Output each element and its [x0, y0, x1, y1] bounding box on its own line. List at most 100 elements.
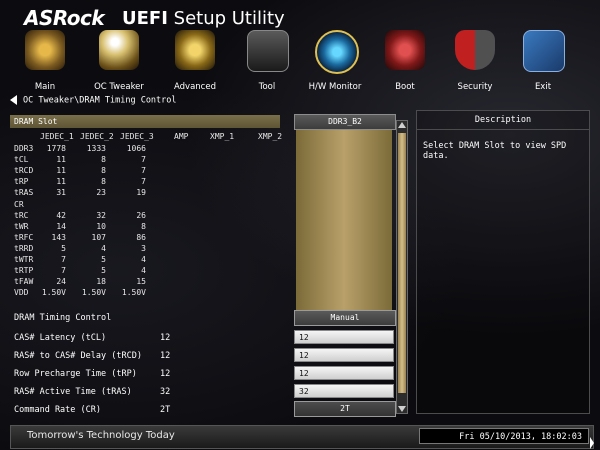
spd-row: tRRD 5 4 3 — [10, 244, 290, 255]
timing-mode-select[interactable]: Manual — [294, 310, 396, 326]
spd-cell: 1.50V — [81, 288, 106, 297]
spd-row-label: tWTR — [14, 255, 34, 264]
spd-row: tRC 42 32 26 — [10, 211, 290, 222]
spd-cell: 8 — [101, 177, 106, 186]
slogan: Tomorrow's Technology Today — [27, 430, 175, 441]
spd-row-label: tRC — [14, 211, 29, 220]
spd-cell: 1.50V — [121, 288, 146, 297]
spd-row: tCL 11 8 7 — [10, 155, 290, 166]
datetime: Fri 05/10/2013, 18:02:03 — [419, 428, 589, 444]
radar-icon — [315, 30, 359, 74]
spd-row-label: tCL — [14, 155, 29, 164]
spd-cell: 1333 — [86, 144, 106, 153]
footer-bar: Tomorrow's Technology Today Fri 05/10/20… — [10, 425, 594, 449]
spd-cell: 4 — [141, 266, 146, 275]
ras-to-cas-label: RAS# to CAS# Delay (tRCD) — [14, 351, 142, 361]
spd-row-label: tRP — [14, 177, 29, 186]
row-precharge-value: 12 — [160, 369, 171, 379]
spd-cell: 143 — [51, 233, 66, 242]
spd-row: tWTR 7 5 4 — [10, 255, 290, 266]
spd-cell: 1066 — [126, 144, 146, 153]
rocket-icon — [99, 30, 139, 70]
tab-boot[interactable]: Boot — [370, 28, 440, 92]
spd-row-label: DDR3 — [14, 144, 34, 153]
spd-row-label: tRTP — [14, 266, 34, 275]
spd-cell: 1.50V — [41, 288, 66, 297]
spd-cell: 5 — [101, 255, 106, 264]
spd-cell: 8 — [101, 166, 106, 175]
spd-row: tRAS 31 23 19 — [10, 188, 290, 199]
ras-to-cas-value: 12 — [160, 351, 171, 361]
star-icon — [175, 30, 215, 70]
uefi-title: UEFI Setup Utility — [122, 8, 285, 29]
spd-cell: 8 — [101, 155, 106, 164]
exit-icon — [523, 30, 565, 72]
spd-cell: 14 — [56, 222, 66, 231]
spd-cell: 8 — [141, 222, 146, 231]
description-panel: Description Select DRAM Slot to view SPD… — [416, 110, 590, 414]
shield-icon — [455, 30, 495, 70]
dram-slot-header[interactable]: DRAM Slot — [10, 115, 280, 128]
spd-cell: 24 — [56, 277, 66, 286]
spd-cell: 10 — [96, 222, 106, 231]
spd-row-label: tRCD — [14, 166, 34, 175]
breadcrumb: OC Tweaker\DRAM Timing Control — [10, 95, 177, 106]
spd-cell: 31 — [56, 188, 66, 197]
scroll-up-icon[interactable] — [398, 122, 406, 128]
main-nav: Main OC Tweaker Advanced Tool H/W Monito… — [0, 28, 600, 92]
spd-row-label: tWR — [14, 222, 29, 231]
tab-advanced[interactable]: Advanced — [160, 28, 230, 92]
row-precharge-input[interactable]: 12 — [294, 366, 394, 380]
spd-row: tRP 11 8 7 — [10, 177, 290, 188]
tab-exit[interactable]: Exit — [508, 28, 578, 92]
ras-to-cas-input[interactable]: 12 — [294, 348, 394, 362]
cas-latency-input[interactable]: 12 — [294, 330, 394, 344]
spd-cell: 86 — [136, 233, 146, 242]
spd-cell: 4 — [101, 244, 106, 253]
slot-highlight-bar — [296, 130, 392, 310]
spd-row: tRTP 7 5 4 — [10, 266, 290, 277]
command-rate-value: 2T — [160, 405, 171, 415]
back-arrow-icon[interactable] — [10, 95, 17, 105]
spd-cell: 19 — [136, 188, 146, 197]
spd-cell: 11 — [56, 166, 66, 175]
dram-timing-control-title: DRAM Timing Control — [14, 313, 112, 323]
asrock-logo: ASRock — [24, 6, 105, 30]
tab-main[interactable]: Main — [10, 28, 80, 92]
command-rate-select[interactable]: 2T — [294, 401, 396, 417]
spd-row-label: tRRD — [14, 244, 34, 253]
spd-cell: 107 — [91, 233, 106, 242]
spd-cell: 32 — [96, 211, 106, 220]
scrollbar[interactable] — [396, 120, 408, 414]
spd-cell: 7 — [61, 266, 66, 275]
scroll-down-icon[interactable] — [398, 406, 406, 412]
spd-row-label: tRAS — [14, 188, 34, 197]
spd-row: tRFC 143 107 86 — [10, 233, 290, 244]
tab-tool[interactable]: Tool — [232, 28, 302, 92]
boot-icon — [385, 30, 425, 70]
spd-cell: 11 — [56, 177, 66, 186]
spd-cell: 42 — [56, 211, 66, 220]
spd-cell: 7 — [61, 255, 66, 264]
ras-active-value: 32 — [160, 387, 171, 397]
ras-active-label: RAS# Active Time (tRAS) — [14, 387, 132, 397]
spd-cell: 11 — [56, 155, 66, 164]
tab-oc-tweaker[interactable]: OC Tweaker — [84, 28, 154, 92]
tab-hw-monitor[interactable]: H/W Monitor — [300, 28, 370, 92]
spd-row-label: tRFC — [14, 233, 34, 242]
dram-slot-select-button[interactable]: DDR3_B2 — [294, 114, 396, 130]
description-title: Description — [417, 111, 589, 130]
spd-cell: 23 — [96, 188, 106, 197]
spd-row: DDR3 1778 1333 1066 — [10, 144, 290, 155]
scroll-thumb[interactable] — [398, 133, 406, 393]
spd-row: CR — [10, 200, 290, 211]
row-precharge-label: Row Precharge Time (tRP) — [14, 369, 137, 379]
spd-cell: 5 — [61, 244, 66, 253]
spd-cell: 4 — [141, 255, 146, 264]
ras-active-input[interactable]: 32 — [294, 384, 394, 398]
spd-row: tRCD 11 8 7 — [10, 166, 290, 177]
cas-latency-value: 12 — [160, 333, 171, 343]
toolbox-icon — [247, 30, 289, 72]
tab-security[interactable]: Security — [440, 28, 510, 92]
spd-row: tWR 14 10 8 — [10, 222, 290, 233]
